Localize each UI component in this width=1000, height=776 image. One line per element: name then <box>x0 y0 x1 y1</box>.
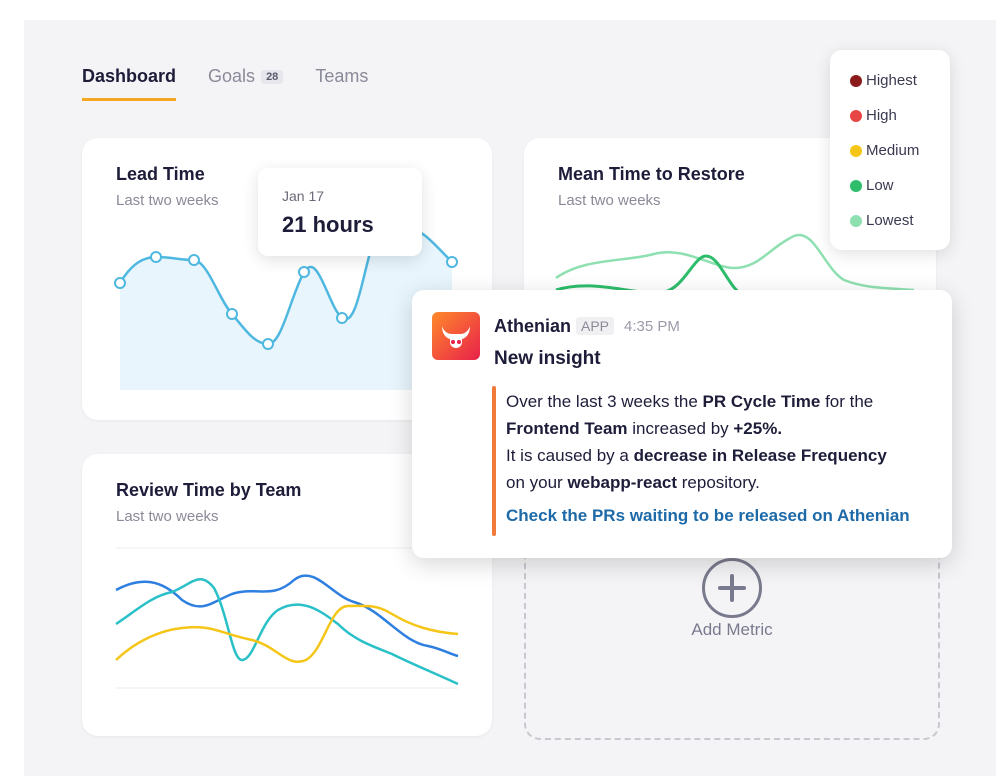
quote-bar <box>492 386 496 536</box>
notification-title: New insight <box>494 348 601 369</box>
lead-time-tooltip: Jan 17 21 hours <box>258 168 422 256</box>
legend-dot-icon <box>850 214 862 227</box>
legend-dot-icon <box>850 179 862 192</box>
bull-logo-icon <box>442 326 470 348</box>
lead-time-point <box>336 312 348 324</box>
tab-goals[interactable]: Goals 28 <box>208 66 284 101</box>
tab-dashboard[interactable]: Dashboard <box>82 66 177 101</box>
priority-legend: Highest High Medium Low Lowest <box>830 50 950 250</box>
add-icon[interactable] <box>702 558 762 618</box>
lead-time-point <box>150 251 162 263</box>
legend-label: Low <box>866 177 894 194</box>
legend-label: Highest <box>866 72 917 89</box>
review-line-blue <box>115 574 459 658</box>
prs-waiting-link[interactable]: Check the PRs waiting to be released on … <box>506 506 910 526</box>
lead-time-point <box>114 277 126 289</box>
app-name: Athenian <box>494 316 572 336</box>
lead-time-point <box>446 256 458 268</box>
tab-label: Goals <box>208 66 256 86</box>
legend-item-lowest: Lowest <box>850 212 914 229</box>
legend-item-medium: Medium <box>850 142 919 159</box>
add-metric-label: Add Metric <box>691 620 773 639</box>
notification-body: Over the last 3 weeks the PR Cycle Time … <box>506 388 946 496</box>
tab-label: Teams <box>315 66 369 86</box>
legend-label: Lowest <box>866 212 914 229</box>
tab-label: Dashboard <box>82 66 177 86</box>
tooltip-date: Jan 17 <box>282 188 325 204</box>
legend-dot-icon <box>850 144 862 157</box>
body-line-3: It is caused by a decrease in Release Fr… <box>506 446 887 465</box>
athenian-logo-icon <box>432 312 480 360</box>
legend-dot-icon <box>850 109 862 122</box>
body-line-2: Frontend Team increased by +25%. <box>506 419 783 438</box>
body-line-1: Over the last 3 weeks the PR Cycle Time … <box>506 392 874 411</box>
lead-time-point <box>262 338 274 350</box>
legend-item-high: High <box>850 107 897 124</box>
legend-item-highest: Highest <box>850 72 917 89</box>
body-line-4: on your webapp-react repository. <box>506 473 760 492</box>
legend-dot-icon <box>850 74 862 87</box>
legend-item-low: Low <box>850 177 894 194</box>
app-badge: APP <box>576 317 615 335</box>
goals-count-badge: 28 <box>261 69 284 84</box>
lead-time-point <box>188 254 200 266</box>
tab-teams[interactable]: Teams <box>315 66 368 101</box>
legend-label: High <box>866 107 897 124</box>
insight-notification[interactable]: Athenian APP 4:35 PM New insight Over th… <box>412 290 952 558</box>
review-line-yellow <box>115 604 459 663</box>
tab-bar: Dashboard Goals 28 Teams <box>82 66 368 101</box>
lead-time-point <box>298 266 310 278</box>
notification-time: 4:35 PM <box>624 318 680 335</box>
legend-label: Medium <box>866 142 920 159</box>
tooltip-value: 21 hours <box>282 212 374 237</box>
lead-time-point <box>226 308 238 320</box>
